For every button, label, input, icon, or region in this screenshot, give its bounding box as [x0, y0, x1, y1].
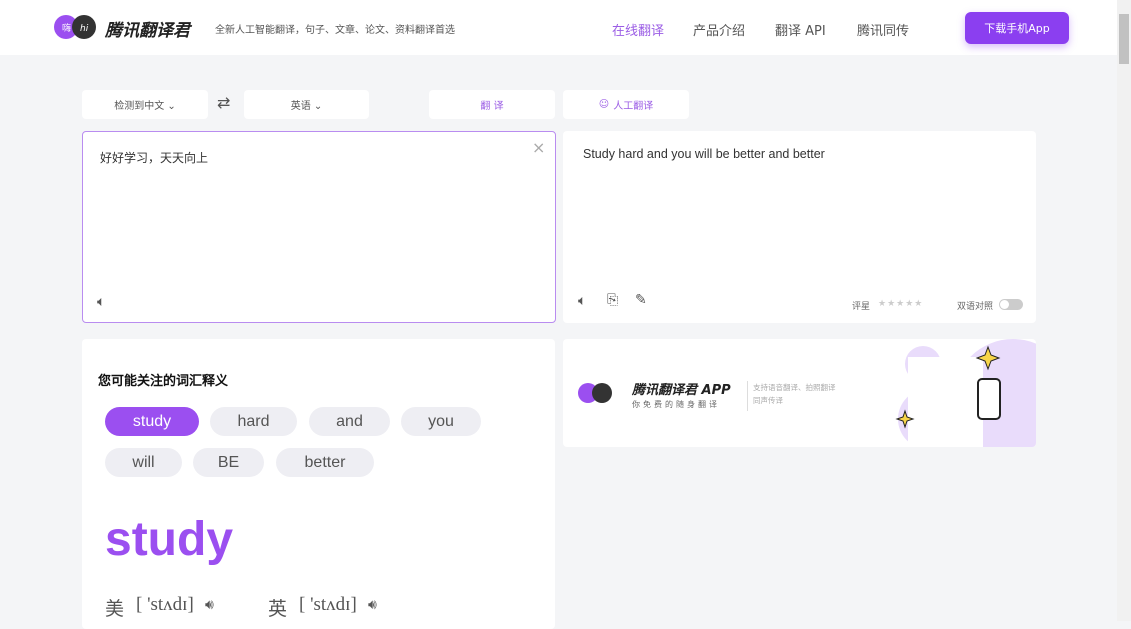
- scrollbar[interactable]: [1117, 0, 1131, 621]
- promo-desc: 支持语音翻译、拍照翻译 同声传译: [747, 381, 836, 411]
- nav-simultaneous[interactable]: 腾讯同传: [857, 20, 909, 39]
- uk-label: 英: [268, 599, 288, 620]
- nav-api[interactable]: 翻译 API: [775, 20, 826, 39]
- scrollbar-thumb[interactable]: [1119, 14, 1129, 64]
- bilingual-label: 双语对照: [957, 302, 994, 312]
- promo-desc-line: 支持语音翻译、拍照翻译: [753, 383, 836, 392]
- uk-speaker-icon[interactable]: 🔊︎: [368, 597, 377, 613]
- logo-icon[interactable]: 嗨 hi: [52, 13, 110, 43]
- source-text[interactable]: 好好学习，天天向上: [100, 149, 208, 166]
- swap-icon[interactable]: ⇄: [217, 93, 230, 112]
- human-icon: ☺: [598, 99, 610, 110]
- svg-text:hi: hi: [80, 24, 89, 34]
- app-logo-icon: [571, 369, 619, 417]
- phone-illustration-icon: [895, 339, 1036, 447]
- nav-product[interactable]: 产品介绍: [693, 20, 745, 39]
- svg-text:嗨: 嗨: [62, 22, 71, 34]
- rating-stars[interactable]: ★★★★★: [878, 299, 923, 309]
- output-text: Study hard and you will be better and be…: [583, 147, 825, 161]
- clear-icon[interactable]: ×: [532, 138, 545, 157]
- source-language-select[interactable]: 检测到中文 ⌄: [82, 90, 208, 119]
- target-language-select[interactable]: 英语 ⌄: [244, 90, 369, 119]
- download-app-button[interactable]: 下载手机App: [965, 12, 1069, 44]
- vocab-title: 您可能关注的词汇释义: [98, 374, 229, 389]
- speaker-icon[interactable]: 🔈︎: [97, 294, 105, 310]
- word-chip[interactable]: and: [309, 407, 390, 436]
- app-promo-banner[interactable]: 腾讯翻译君 APP 你免费的随身翻译 支持语音翻译、拍照翻译 同声传译: [563, 339, 1036, 447]
- tagline: 全新人工智能翻译，句子、文章、论文、资料翻译首选: [215, 25, 455, 36]
- promo-desc-line: 同声传译: [753, 396, 783, 405]
- word-chip[interactable]: hard: [210, 407, 297, 436]
- translate-button[interactable]: 翻 译: [429, 90, 555, 119]
- word-chip[interactable]: better: [276, 448, 374, 477]
- bilingual-toggle[interactable]: [999, 299, 1023, 310]
- word-chip[interactable]: you: [401, 407, 481, 436]
- brand-name[interactable]: 腾讯翻译君: [105, 16, 190, 41]
- word-chip[interactable]: will: [105, 448, 182, 477]
- speaker-icon[interactable]: 🔈︎: [578, 293, 586, 309]
- uk-phonetic: [ 'stʌdɪ]: [299, 594, 357, 615]
- promo-subtitle: 你免费的随身翻译: [632, 400, 720, 409]
- nav-online-translate[interactable]: 在线翻译: [612, 20, 664, 39]
- edit-icon[interactable]: ✎: [635, 292, 647, 308]
- us-speaker-icon[interactable]: 🔊︎: [205, 597, 214, 613]
- human-translate-button[interactable]: ☺ 人工翻译: [563, 90, 689, 119]
- human-translate-label: 人工翻译: [613, 101, 654, 112]
- promo-title: 腾讯翻译君 APP: [632, 383, 731, 398]
- rating-label: 评星: [852, 302, 871, 312]
- word-chip[interactable]: BE: [193, 448, 264, 477]
- copy-icon[interactable]: ⎘: [607, 292, 618, 308]
- word-chip[interactable]: study: [105, 407, 199, 436]
- us-phonetic: [ 'stʌdɪ]: [136, 594, 194, 615]
- us-label: 美: [105, 599, 125, 620]
- headword: study: [105, 513, 234, 566]
